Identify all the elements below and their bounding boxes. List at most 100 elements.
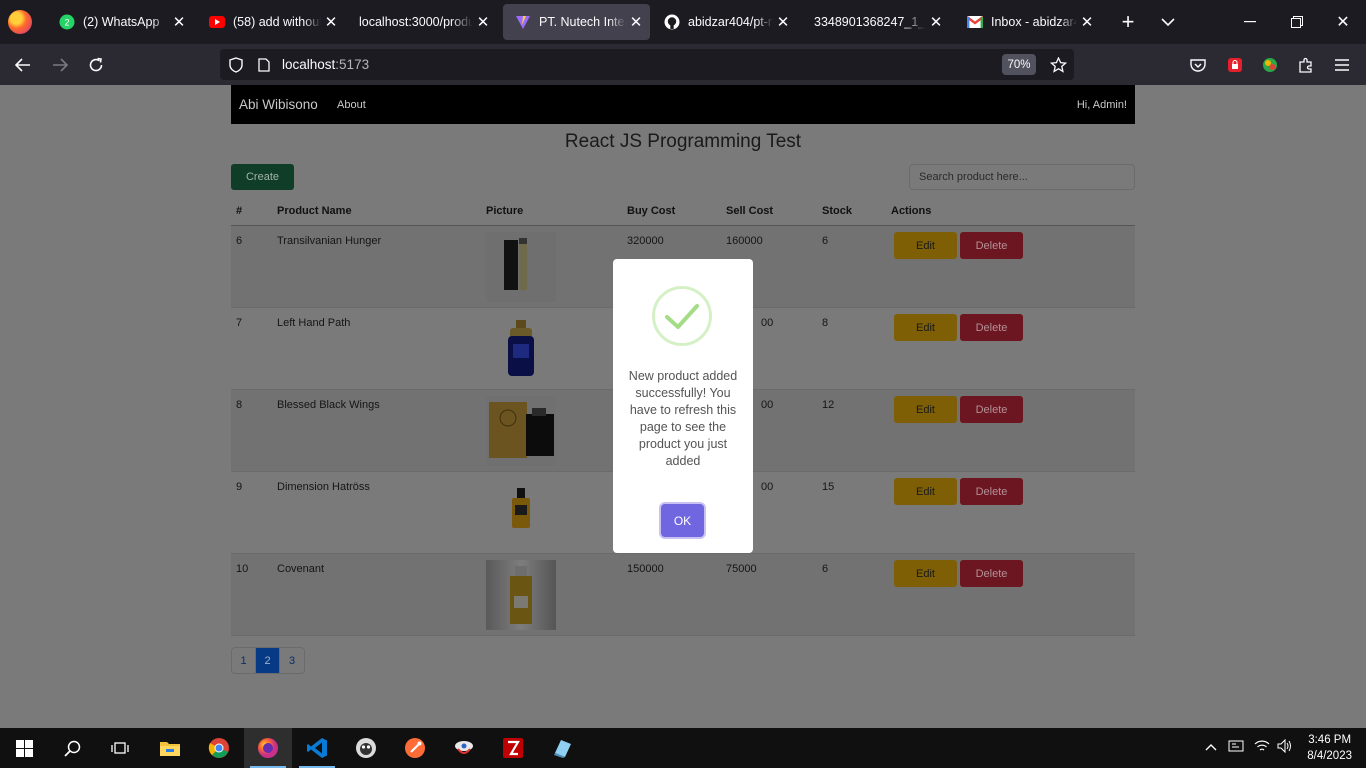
tab-label: 3348901368247_1_500 bbox=[814, 15, 926, 29]
page-link-1[interactable]: 1 bbox=[232, 648, 256, 673]
tab-label: abidzar404/pt-nut bbox=[688, 15, 773, 29]
search-icon[interactable] bbox=[48, 728, 96, 768]
tab-gmail[interactable]: Inbox - abidzar40 ✕ bbox=[955, 4, 1101, 40]
new-tab-icon[interactable]: + bbox=[1116, 9, 1140, 34]
vscode-icon[interactable] bbox=[293, 728, 341, 768]
minimize-icon[interactable] bbox=[1240, 12, 1260, 32]
tab-nutech[interactable]: PT. Nutech Integr ✕ bbox=[503, 4, 650, 40]
pocket-icon[interactable] bbox=[1187, 54, 1209, 76]
cell-stock: 12 bbox=[822, 399, 835, 411]
bookmark-star-icon[interactable] bbox=[1048, 55, 1068, 75]
cell-name: Covenant bbox=[277, 563, 325, 575]
wifi-icon[interactable] bbox=[1254, 739, 1270, 756]
tab-image[interactable]: 3348901368247_1_500 ✕ bbox=[802, 4, 950, 40]
tab-label: PT. Nutech Integr bbox=[539, 15, 626, 29]
col-header: Picture bbox=[486, 205, 524, 217]
app-icon[interactable] bbox=[538, 728, 586, 768]
task-view-icon[interactable] bbox=[96, 728, 144, 768]
delete-button[interactable]: Delete bbox=[960, 232, 1023, 259]
file-explorer-icon[interactable] bbox=[146, 728, 194, 768]
ok-button[interactable]: OK bbox=[661, 504, 704, 537]
cell-stock: 15 bbox=[822, 481, 835, 493]
delete-button[interactable]: Delete bbox=[960, 314, 1023, 341]
page-link-2[interactable]: 2 bbox=[256, 648, 280, 673]
back-icon[interactable] bbox=[12, 54, 34, 76]
app-icon[interactable] bbox=[342, 728, 390, 768]
tab-youtube[interactable]: (58) add without r ✕ bbox=[197, 4, 345, 40]
tab-github[interactable]: abidzar404/pt-nut ✕ bbox=[652, 4, 797, 40]
tray-chevron-icon[interactable] bbox=[1205, 739, 1217, 754]
delete-button[interactable]: Delete bbox=[960, 560, 1023, 587]
close-tab-icon[interactable]: ✕ bbox=[926, 12, 946, 32]
cell-name: Dimension Hatröss bbox=[277, 481, 370, 493]
col-header: # bbox=[236, 205, 243, 217]
col-header: Product Name bbox=[277, 205, 352, 217]
edit-button[interactable]: Edit bbox=[894, 314, 957, 341]
close-tab-icon[interactable]: ✕ bbox=[321, 12, 341, 32]
browser-tab-bar: 2 (2) WhatsApp ✕ (58) add without r ✕ lo… bbox=[0, 0, 1366, 44]
page-icon[interactable] bbox=[256, 57, 272, 73]
clock-date: 8/4/2023 bbox=[1307, 750, 1352, 762]
tab-whatsapp[interactable]: 2 (2) WhatsApp ✕ bbox=[47, 4, 193, 40]
page-link-3[interactable]: 3 bbox=[280, 648, 304, 673]
close-tab-icon[interactable]: ✕ bbox=[626, 12, 646, 32]
chrome-icon[interactable] bbox=[195, 728, 243, 768]
extension-lock-icon[interactable] bbox=[1224, 54, 1246, 76]
tab-label: localhost:3000/produc bbox=[359, 15, 473, 29]
close-tab-icon[interactable]: ✕ bbox=[473, 12, 493, 32]
product-image bbox=[486, 396, 556, 466]
postman-icon[interactable] bbox=[391, 728, 439, 768]
url-text[interactable]: localhost:5173 bbox=[282, 57, 369, 72]
cell-sell-cost: 00 bbox=[761, 317, 774, 329]
restore-icon[interactable] bbox=[1287, 12, 1307, 32]
youtube-icon bbox=[209, 14, 225, 30]
search-input[interactable]: Search product here... bbox=[909, 164, 1135, 190]
page-title: React JS Programming Test bbox=[564, 131, 802, 152]
cell-id: 10 bbox=[236, 563, 249, 575]
hamburger-menu-icon[interactable] bbox=[1331, 54, 1353, 76]
edit-button[interactable]: Edit bbox=[894, 232, 957, 259]
product-image bbox=[486, 478, 556, 548]
cell-sell-cost: 00 bbox=[761, 399, 774, 411]
windows-start-icon[interactable] bbox=[0, 728, 48, 768]
system-clock[interactable]: 3:46 PM 8/4/2023 bbox=[1307, 732, 1352, 764]
filezilla-icon[interactable] bbox=[489, 728, 537, 768]
tab-localhost-3000[interactable]: localhost:3000/produc ✕ bbox=[347, 4, 497, 40]
col-header: Sell Cost bbox=[726, 205, 774, 217]
edit-button[interactable]: Edit bbox=[894, 478, 957, 505]
nav-about-link[interactable]: About bbox=[337, 99, 366, 111]
tab-label: (2) WhatsApp bbox=[83, 15, 160, 29]
firefox-menu-icon[interactable] bbox=[8, 10, 32, 34]
delete-button[interactable]: Delete bbox=[960, 478, 1023, 505]
edit-button[interactable]: Edit bbox=[894, 560, 957, 587]
table-header: # Product Name Picture Buy Cost Sell Cos… bbox=[231, 198, 1135, 226]
page-content: Abi Wibisono About Hi, Admin! React JS P… bbox=[0, 85, 1366, 728]
delete-button[interactable]: Delete bbox=[960, 396, 1023, 423]
reload-icon[interactable] bbox=[85, 54, 107, 76]
cell-sell-cost: 00 bbox=[761, 481, 774, 493]
dialog-message: New product added successfully! You have… bbox=[628, 369, 738, 468]
list-tabs-icon[interactable] bbox=[1156, 10, 1180, 34]
zoom-level-badge[interactable]: 70% bbox=[1002, 54, 1036, 75]
user-greeting: Hi, Admin! bbox=[1076, 99, 1127, 111]
cell-buy-cost: 150000 bbox=[627, 563, 664, 575]
forward-icon[interactable] bbox=[49, 54, 71, 76]
create-button[interactable]: Create bbox=[231, 164, 294, 190]
input-indicator-icon[interactable] bbox=[1228, 739, 1244, 756]
volume-icon[interactable] bbox=[1277, 738, 1293, 756]
edit-button[interactable]: Edit bbox=[894, 396, 957, 423]
firefox-taskbar-icon[interactable] bbox=[244, 728, 292, 768]
table-row: 10 Covenant 150000 75000 6 Edit Delete bbox=[231, 554, 1135, 636]
cell-sell-cost: 75000 bbox=[726, 563, 757, 575]
close-tab-icon[interactable]: ✕ bbox=[773, 12, 793, 32]
brand-link[interactable]: Abi Wibisono bbox=[239, 97, 318, 112]
close-window-icon[interactable]: ✕ bbox=[1333, 12, 1353, 32]
close-tab-icon[interactable]: ✕ bbox=[169, 12, 189, 32]
extension-color-icon[interactable] bbox=[1259, 54, 1281, 76]
url-bar[interactable]: localhost:5173 70% bbox=[220, 49, 1074, 80]
app-icon[interactable] bbox=[440, 728, 488, 768]
windows-taskbar: 3:46 PM 8/4/2023 bbox=[0, 728, 1366, 768]
close-tab-icon[interactable]: ✕ bbox=[1077, 12, 1097, 32]
shield-icon[interactable] bbox=[227, 56, 245, 74]
extensions-puzzle-icon[interactable] bbox=[1295, 54, 1317, 76]
